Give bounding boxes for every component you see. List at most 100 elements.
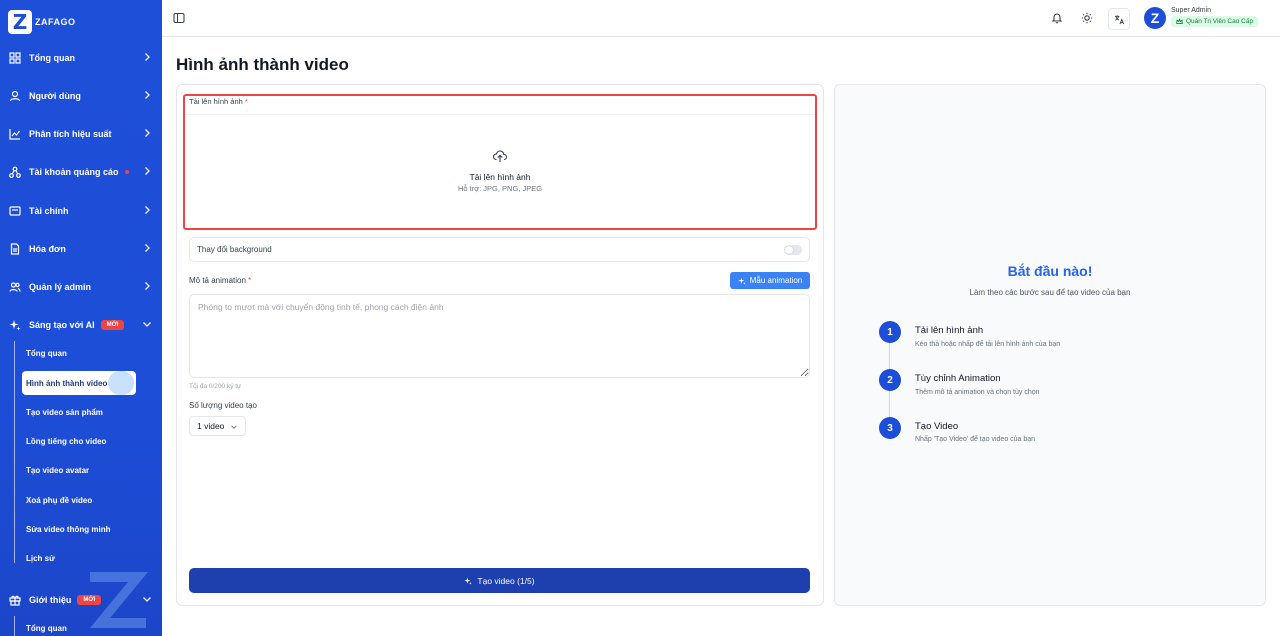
step-number: 1 xyxy=(879,321,901,343)
sidebar-item-users[interactable]: Người dùng xyxy=(0,84,162,108)
sidebar-item-overview[interactable]: Tổng quan xyxy=(0,46,162,70)
chevron-down-icon xyxy=(231,425,237,429)
chart-line-icon xyxy=(9,128,21,140)
upload-title: Tải lên hình ảnh xyxy=(469,172,531,182)
step-title: Tải lên hình ảnh xyxy=(915,325,984,336)
required-mark: * xyxy=(244,97,248,106)
submenu-line xyxy=(14,616,15,636)
sidebar-item-ai-creative[interactable]: Sáng tạo với AI MỚI xyxy=(0,313,162,337)
upload-cloud-icon xyxy=(492,150,508,162)
chevron-right-icon xyxy=(142,90,152,100)
translate-icon xyxy=(1114,14,1124,24)
topbar: Z Super Admin Quản Trị Viên Cao Cấp xyxy=(162,0,1280,37)
submenu-item-avatar-video[interactable]: Tạo video avatar xyxy=(22,458,89,482)
upload-divider xyxy=(185,114,815,115)
sidebar-item-label: Tổng quan xyxy=(29,53,75,63)
guide-subtitle: Làm theo các bước sau để tạo video của b… xyxy=(969,288,1131,297)
create-video-button[interactable]: Tạo video (1/5) xyxy=(189,568,810,593)
sidebar-item-label: Phân tích hiệu suất xyxy=(29,129,112,139)
sidebar-item-finance[interactable]: Tài chính xyxy=(0,199,162,223)
step-title: Tạo Video xyxy=(915,421,959,432)
chevron-right-icon xyxy=(142,243,152,253)
step-description: Kéo thả hoặc nhấp để tải lên hình ảnh củ… xyxy=(915,341,1061,348)
submenu-item-voiceover[interactable]: Lồng tiếng cho video xyxy=(22,429,106,453)
sidebar: Z ZAFAGO Tổng quan Người dùng Phân tích … xyxy=(0,0,162,636)
sidebar-item-label: Người dùng xyxy=(29,91,81,101)
animation-template-button[interactable]: Mẫu animation xyxy=(730,272,810,289)
crown-icon xyxy=(1176,18,1183,25)
animation-label: Mô tả animation * xyxy=(189,276,251,285)
chevron-right-icon xyxy=(142,128,152,138)
animation-label-text: Mô tả animation xyxy=(189,276,246,285)
sidebar-item-ad-accounts[interactable]: Tài khoản quảng cáo xyxy=(0,160,162,184)
file-icon xyxy=(9,243,21,255)
submenu-item-image-to-video[interactable]: Hình ảnh thành video xyxy=(22,371,136,395)
background-toggle[interactable] xyxy=(784,245,802,255)
sidebar-item-label: Tài chính xyxy=(29,206,69,216)
upload-hint: Hỗ trợ: JPG, PNG, JPEG xyxy=(457,184,543,193)
role-label: Quản Trị Viên Cao Cấp xyxy=(1186,18,1254,25)
avatar[interactable]: Z xyxy=(1144,7,1166,29)
gift-icon xyxy=(9,594,21,606)
submenu-item-overview[interactable]: Tổng quan xyxy=(22,341,67,365)
step-title: Tùy chỉnh Animation xyxy=(915,373,1001,384)
submenu-line xyxy=(14,341,15,563)
bell-icon[interactable] xyxy=(1051,12,1063,24)
sidebar-item-admin[interactable]: Quản lý admin xyxy=(0,275,162,299)
quantity-value: 1 video xyxy=(197,421,225,431)
quantity-select[interactable]: 1 video xyxy=(189,416,246,436)
chevron-right-icon xyxy=(142,166,152,176)
step-description: Thêm mô tả animation và chọn tùy chọn xyxy=(915,389,1040,396)
submenu-item-product-video[interactable]: Tạo video sản phẩm xyxy=(22,400,103,424)
language-button[interactable] xyxy=(1108,8,1130,30)
upload-label: Tải lên hình ảnh * xyxy=(189,97,248,106)
sidebar-item-label: Giới thiệu xyxy=(29,595,72,605)
background-label: Thay đổi background xyxy=(197,245,272,254)
submenu-item-intro-overview[interactable]: Tổng quan xyxy=(22,616,67,636)
step-number: 2 xyxy=(879,369,901,391)
chevron-right-icon xyxy=(142,205,152,215)
network-icon xyxy=(9,166,21,178)
grid-icon xyxy=(9,52,21,64)
char-counter: Tối đa 0/200 ký tự xyxy=(189,383,242,390)
upload-label-text: Tải lên hình ảnh xyxy=(189,97,243,106)
sidebar-item-label: Tài khoản quảng cáo xyxy=(29,167,119,177)
submenu-item-remove-subtitles[interactable]: Xoá phụ đề video xyxy=(22,488,92,512)
submenu-item-history[interactable]: Lịch sử xyxy=(22,546,55,570)
chevron-right-icon xyxy=(142,52,152,62)
sidebar-item-label: Hóa đơn xyxy=(29,244,66,254)
sidebar-item-label: Sáng tạo với AI xyxy=(29,320,95,330)
submenu-item-smart-edit[interactable]: Sửa video thông minh xyxy=(22,517,110,541)
notification-dot xyxy=(124,170,129,174)
submenu-item-label: Hình ảnh thành video xyxy=(26,378,108,388)
guide-title: Bắt đầu nào! xyxy=(1007,263,1093,279)
chevron-right-icon xyxy=(142,281,152,291)
sidebar-item-invoices[interactable]: Hóa đơn xyxy=(0,237,162,261)
step-number: 3 xyxy=(879,417,901,439)
sidebar-item-performance[interactable]: Phân tích hiệu suất xyxy=(0,122,162,146)
animation-description-input[interactable] xyxy=(189,294,810,378)
role-badge: Quản Trị Viên Cao Cấp xyxy=(1171,16,1259,27)
sidebar-toggle-icon[interactable] xyxy=(173,12,185,24)
background-toggle-row: Thay đổi background xyxy=(189,237,810,262)
chevron-down-icon xyxy=(142,319,152,329)
logo-icon: Z xyxy=(8,10,32,34)
sparkle-icon xyxy=(464,577,473,585)
animation-template-label: Mẫu animation xyxy=(749,276,803,285)
wallet-icon xyxy=(9,205,21,217)
users-icon xyxy=(9,281,21,293)
sparkle-icon xyxy=(738,277,746,285)
sparkle-icon xyxy=(9,319,21,331)
step-description: Nhấp 'Tạo Video' để tạo video của bạn xyxy=(915,436,1036,443)
user-name: Super Admin xyxy=(1171,7,1212,14)
brand-name: ZAFAGO xyxy=(35,17,76,27)
sun-icon[interactable] xyxy=(1081,12,1093,24)
required-mark: * xyxy=(248,276,252,285)
page-title: Hình ảnh thành video xyxy=(176,55,349,74)
brand-logo[interactable]: Z ZAFAGO xyxy=(8,10,76,34)
sidebar-item-label: Quản lý admin xyxy=(29,282,92,292)
quantity-label: Số lượng video tạo xyxy=(189,401,257,410)
create-video-label: Tạo video (1/5) xyxy=(477,575,535,586)
user-icon xyxy=(9,90,21,102)
active-indicator xyxy=(108,371,134,395)
